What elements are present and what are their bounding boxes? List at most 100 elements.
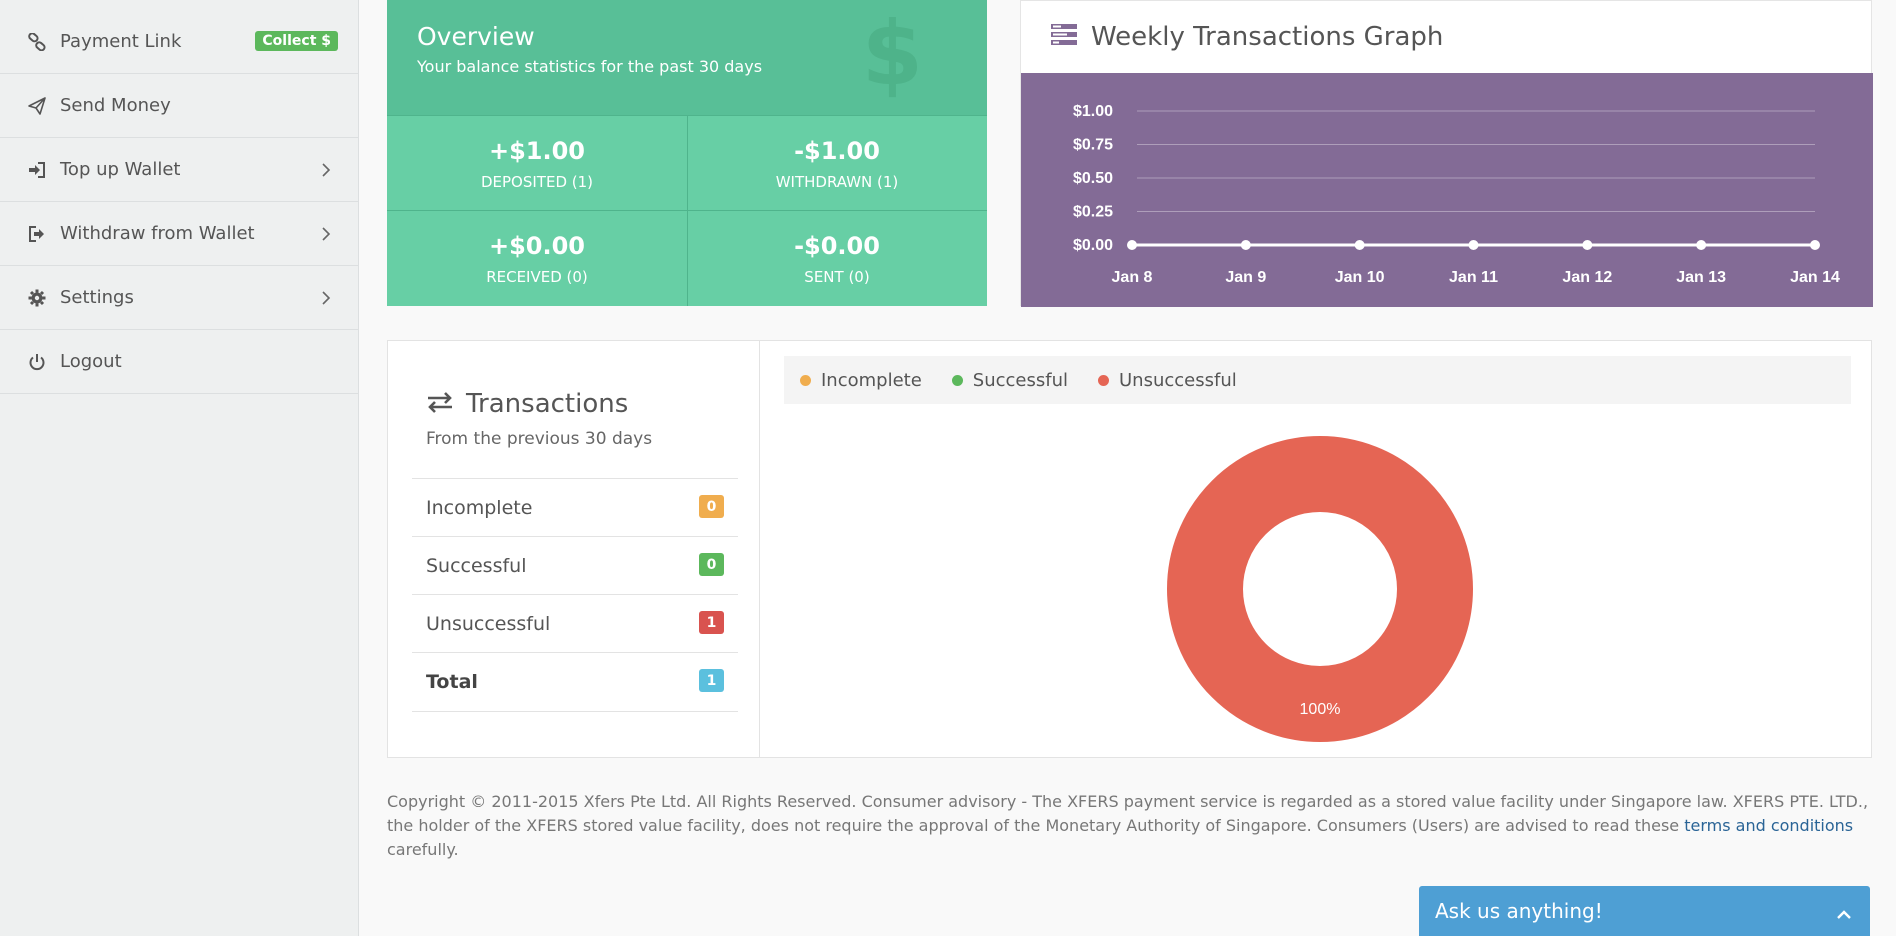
count-badge: 0: [699, 553, 724, 576]
count-badge: 0: [699, 495, 724, 518]
data-point: [1810, 240, 1820, 250]
stat-value: +$1.00: [488, 136, 586, 165]
sidebar-item-label: Payment Link: [60, 31, 182, 52]
legend-item-successful[interactable]: Successful: [951, 370, 1068, 391]
gear-icon: [26, 287, 48, 309]
y-tick-label: $0.25: [1073, 204, 1113, 221]
paper-plane-icon: [26, 95, 48, 117]
weekly-graph-chart: $1.00 $0.75 $0.50 $0.25 $0.00 Jan 8 Jan 9 Jan 1…: [1021, 73, 1873, 307]
data-point: [1696, 240, 1707, 250]
divider: [412, 711, 738, 712]
sidebar-item-label: Send Money: [60, 95, 171, 116]
chat-widget[interactable]: Ask us anything!: [1419, 886, 1870, 936]
transactions-title: Transactions: [466, 389, 629, 419]
weekly-graph-title: Weekly Transactions Graph: [1091, 22, 1444, 52]
data-point: [1468, 240, 1479, 250]
sidebar-item-settings[interactable]: Settings: [0, 266, 358, 330]
legend-label: Incomplete: [821, 369, 922, 391]
stat-value: -$1.00: [794, 136, 880, 165]
overview-panel: Overview Your balance statistics for the…: [387, 0, 987, 306]
exchange-icon: [426, 391, 454, 417]
sidebar-item-label: Top up Wallet: [60, 159, 181, 180]
overview-header: Overview Your balance statistics for the…: [387, 0, 987, 116]
footer-text: Copyright © 2011-2015 Xfers Pte Ltd. All…: [387, 792, 1869, 835]
legend-dot: [800, 374, 811, 386]
x-tick-label: Jan 13: [1676, 269, 1726, 286]
stat-sent: -$0.00 SENT (0): [687, 211, 987, 306]
data-point: [1240, 240, 1251, 250]
footer-tail: carefully.: [387, 840, 459, 859]
y-tick-label: $0.00: [1073, 237, 1113, 254]
y-tick-label: $0.75: [1073, 137, 1113, 154]
tx-row-label: Successful: [426, 555, 527, 577]
chevron-right-icon: [318, 226, 334, 242]
tasks-icon: [1051, 24, 1077, 50]
data-point: [1127, 240, 1137, 250]
pie-legend: Incomplete Successful Unsuccessful: [784, 356, 1851, 404]
collect-badge[interactable]: Collect $: [255, 31, 338, 51]
sidebar-item-logout[interactable]: Logout: [0, 330, 358, 394]
legend-label: Unsuccessful: [1119, 369, 1237, 391]
count-badge: 1: [699, 669, 724, 692]
chevron-right-icon: [318, 162, 334, 178]
data-point: [1354, 240, 1365, 250]
weekly-graph-header: Weekly Transactions Graph: [1021, 1, 1871, 73]
x-tick-label: Jan 9: [1225, 269, 1266, 286]
sidebar-item-label: Withdraw from Wallet: [60, 223, 255, 244]
pie-slice: [1167, 436, 1473, 742]
sidebar-item-label: Settings: [60, 287, 134, 308]
data-point: [1582, 240, 1593, 250]
x-tick-label: Jan 10: [1335, 269, 1385, 286]
x-tick-label: Jan 8: [1112, 269, 1153, 286]
chevron-right-icon: [318, 290, 334, 306]
sidebar-item-top-up-wallet[interactable]: Top up Wallet: [0, 138, 358, 202]
link-icon: [26, 31, 48, 53]
stat-received: +$0.00 RECEIVED (0): [387, 211, 687, 306]
x-tick-label: Jan 11: [1449, 269, 1498, 286]
stat-label: WITHDRAWN (1): [775, 172, 899, 191]
count-badge: 1: [699, 611, 724, 634]
tx-row-label: Total: [426, 671, 478, 693]
sidebar: Payment Link Collect $ Send Money Top up…: [0, 0, 359, 936]
tx-row-incomplete: Incomplete 0: [412, 478, 738, 536]
tx-row-unsuccessful: Unsuccessful 1: [412, 594, 738, 652]
dollar-icon: $: [861, 2, 923, 105]
transactions-heading: Transactions: [426, 389, 628, 419]
transactions-summary: Transactions From the previous 30 days I…: [388, 341, 760, 757]
sign-out-icon: [26, 223, 48, 245]
tx-row-label: Incomplete: [426, 497, 533, 519]
stat-deposited: +$1.00 DEPOSITED (1): [387, 116, 687, 211]
footer: Copyright © 2011-2015 Xfers Pte Ltd. All…: [387, 790, 1872, 862]
legend-item-incomplete[interactable]: Incomplete: [800, 370, 922, 391]
pie-data-label: 100%: [1300, 701, 1341, 718]
x-tick-label: Jan 14: [1790, 269, 1840, 286]
tx-row-successful: Successful 0: [412, 536, 738, 594]
sidebar-item-payment-link[interactable]: Payment Link Collect $: [0, 10, 358, 74]
x-tick-label: Jan 12: [1562, 269, 1612, 286]
stat-value: -$0.00: [794, 231, 880, 260]
sidebar-item-send-money[interactable]: Send Money: [0, 74, 358, 138]
sidebar-item-label: Logout: [60, 351, 122, 372]
chevron-up-icon[interactable]: [1836, 902, 1852, 926]
y-tick-label: $1.00: [1073, 103, 1113, 120]
tx-row-total: Total 1: [412, 652, 738, 710]
stat-label: SENT (0): [804, 267, 870, 286]
sidebar-item-withdraw-from-wallet[interactable]: Withdraw from Wallet: [0, 202, 358, 266]
line-chart-svg: $1.00 $0.75 $0.50 $0.25 $0.00 Jan 8 Jan 9 Jan 1…: [1073, 103, 1840, 286]
terms-link[interactable]: terms and conditions: [1684, 816, 1853, 835]
legend-item-unsuccessful[interactable]: Unsuccessful: [1098, 370, 1237, 391]
sign-in-icon: [26, 159, 48, 181]
legend-dot: [951, 374, 963, 386]
stat-value: +$0.00: [488, 231, 586, 260]
chat-label: Ask us anything!: [1435, 899, 1603, 923]
stat-withdrawn: -$1.00 WITHDRAWN (1): [687, 116, 987, 211]
weekly-graph-panel: Weekly Transactions Graph $1.00 $0.75 $0.5…: [1020, 0, 1873, 307]
stat-label: RECEIVED (0): [486, 267, 588, 286]
transactions-panel: Transactions From the previous 30 days I…: [387, 340, 1872, 758]
y-tick-label: $0.50: [1073, 170, 1113, 187]
donut-chart: 100%: [1167, 436, 1473, 742]
stat-label: DEPOSITED (1): [480, 172, 594, 191]
legend-dot: [1098, 374, 1109, 386]
power-icon: [26, 351, 48, 373]
transactions-subtitle: From the previous 30 days: [426, 429, 653, 449]
